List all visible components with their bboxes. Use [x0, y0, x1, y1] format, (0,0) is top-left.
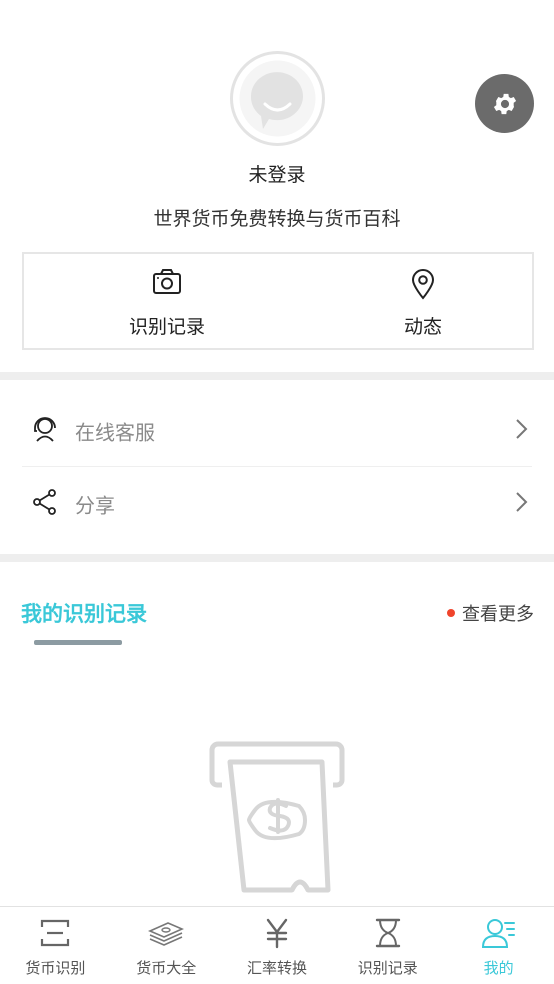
- quick-actions-card: 识别记录 动态: [22, 252, 534, 350]
- tab-mine[interactable]: 我的: [443, 907, 554, 984]
- quick-action-records[interactable]: 识别记录: [24, 254, 310, 348]
- profile-header: 未登录 世界货币免费转换与货币百科 识别记录 动态: [0, 0, 554, 372]
- section-divider: [0, 554, 554, 562]
- chevron-right-icon: [514, 418, 528, 444]
- money-stack-icon: [148, 917, 185, 953]
- section-divider: [0, 372, 554, 380]
- row-divider: [22, 466, 532, 467]
- hourglass-icon: [373, 917, 403, 953]
- scan-frame-icon: [39, 917, 71, 953]
- settings-button[interactable]: [475, 74, 534, 133]
- tab-label: 货币识别: [25, 959, 86, 977]
- view-more-link[interactable]: 查看更多: [462, 600, 534, 626]
- avatar[interactable]: [230, 51, 325, 146]
- notification-dot: [447, 609, 455, 617]
- quick-action-moments[interactable]: 动态: [310, 254, 536, 348]
- tab-label: 我的: [483, 959, 514, 977]
- records-section-title: 我的识别记录: [21, 602, 147, 626]
- menu-item-label: 分享: [75, 493, 115, 518]
- login-status[interactable]: 未登录: [0, 160, 554, 187]
- chat-bubble-smile-icon: [239, 60, 316, 137]
- camera-icon: [152, 268, 182, 300]
- tab-label: 识别记录: [357, 959, 418, 977]
- tab-label: 汇率转换: [246, 959, 307, 977]
- bottom-tab-bar: 货币识别 货币大全 汇率转换 识别记录 我的: [0, 906, 554, 984]
- atm-cash-icon: [200, 740, 355, 899]
- profile-subtitle: 世界货币免费转换与货币百科: [153, 208, 401, 230]
- yen-icon: [262, 917, 292, 953]
- chevron-right-icon: [514, 491, 528, 517]
- headset-agent-icon: [32, 415, 58, 447]
- menu-item-label: 在线客服: [75, 420, 155, 445]
- tab-label: 货币大全: [136, 959, 197, 977]
- menu-item-customer-service[interactable]: 在线客服: [22, 395, 532, 467]
- quick-action-moments-label: 动态: [403, 316, 442, 338]
- tab-recognition-records[interactable]: 识别记录: [332, 907, 443, 984]
- tab-currency-encyclopedia[interactable]: 货币大全: [111, 907, 222, 984]
- tab-exchange-rate[interactable]: 汇率转换: [222, 907, 333, 984]
- location-pin-icon: [410, 268, 436, 304]
- records-title-underline: [34, 640, 122, 645]
- share-icon: [32, 488, 58, 520]
- menu-item-share[interactable]: 分享: [22, 468, 532, 540]
- tab-currency-recognition[interactable]: 货币识别: [0, 907, 111, 984]
- user-list-icon: [481, 917, 517, 953]
- gear-icon: [493, 93, 516, 114]
- quick-action-records-label: 识别记录: [128, 316, 205, 338]
